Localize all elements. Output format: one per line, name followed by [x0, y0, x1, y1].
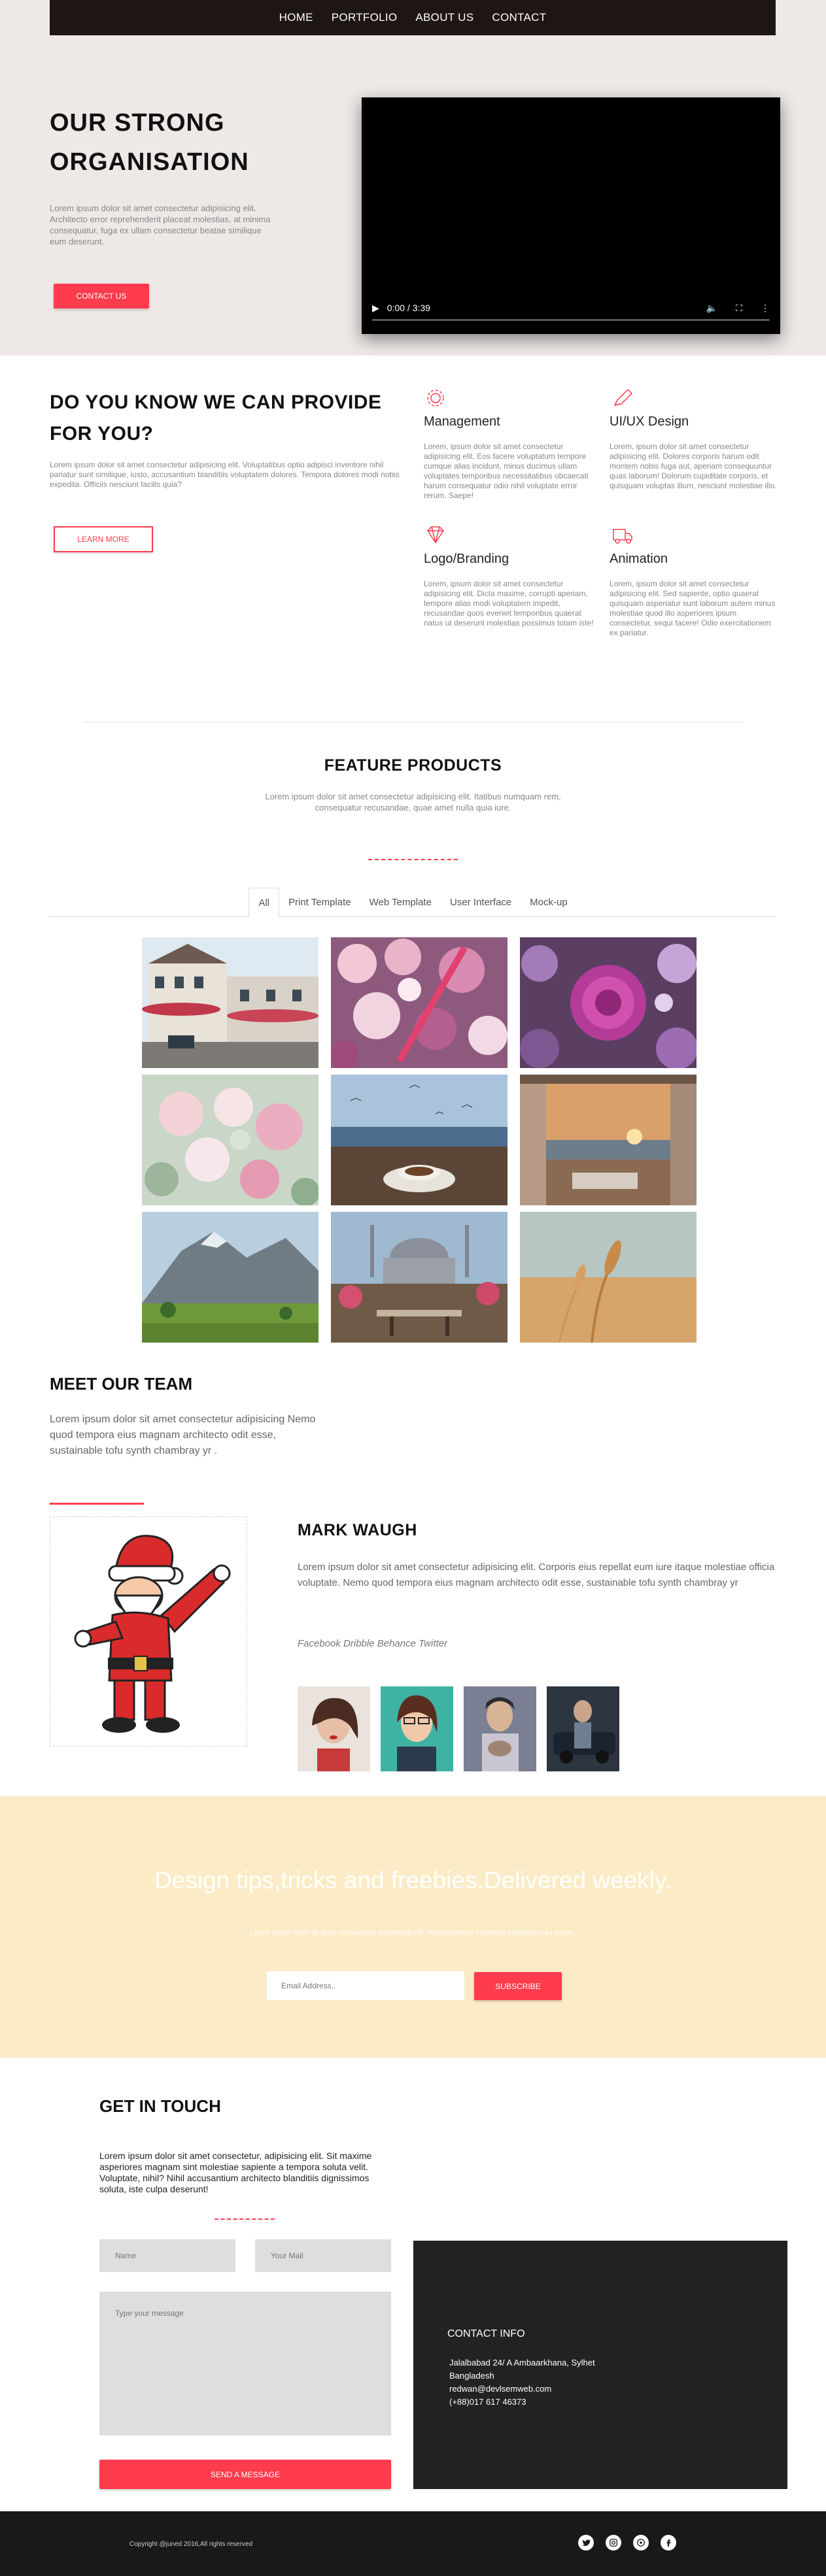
- santa-illustration: [74, 1535, 231, 1733]
- contact-info-title: CONTACT INFO: [447, 2328, 525, 2339]
- send-message-button[interactable]: SEND A MESSAGE: [99, 2460, 391, 2489]
- contact-text: Lorem ipsum dolor sit amet consectetur, …: [99, 2150, 372, 2194]
- service-title-animation: Animation: [610, 552, 668, 566]
- feature-subtitle: Lorem ipsum dolor sit amet consectetur a…: [265, 792, 561, 812]
- gallery-image[interactable]: [331, 1212, 508, 1343]
- tab-print-template[interactable]: Print Template: [279, 888, 360, 917]
- nav-contact[interactable]: CONTACT: [492, 11, 546, 24]
- facebook-icon[interactable]: [661, 2535, 676, 2551]
- provide-title: DO YOU KNOW WE CAN PROVIDE FOR YOU?: [50, 392, 382, 444]
- gallery-image[interactable]: [520, 937, 697, 1068]
- social-links: [578, 2535, 676, 2551]
- contact-info-lines: Jalalbabad 24/ A Ambaarkhana, Sylhet Ban…: [449, 2356, 595, 2409]
- service-text-animation: Lorem, ipsum dolor sit amet consectetur …: [610, 579, 776, 637]
- subscribe-button[interactable]: SUBSCRIBE: [474, 1972, 562, 2000]
- video-progress-bar[interactable]: [372, 319, 770, 321]
- more-options-icon[interactable]: ⋮: [761, 303, 770, 314]
- contact-info-panel: CONTACT INFO Jalalbabad 24/ A Ambaarkhan…: [413, 2241, 787, 2489]
- member-social-links[interactable]: Facebook Dribble Behance Twitter: [298, 1638, 447, 1649]
- nav-home[interactable]: HOME: [279, 11, 313, 24]
- newsletter-section: [0, 1796, 826, 2058]
- top-nav: HOME PORTFOLIO ABOUT US CONTACT: [50, 0, 776, 35]
- newsletter-subtitle: Lorem ipsum dolor sit amet consectetur a…: [250, 1929, 576, 1937]
- team-red-divider: [50, 1503, 144, 1505]
- tab-mock-up[interactable]: Mock-up: [521, 888, 577, 917]
- service-title-uiux: UI/UX Design: [610, 414, 689, 429]
- contact-title: GET IN TOUCH: [99, 2096, 221, 2116]
- contact-dashed-divider: [215, 2218, 275, 2220]
- fullscreen-icon[interactable]: ⛶: [736, 303, 742, 314]
- video-controls: ▶ 0:00 / 3:39 🔈 ⛶ ⋮: [372, 301, 770, 314]
- truck-icon: [613, 529, 632, 544]
- product-gallery: [142, 937, 697, 1343]
- gallery-image[interactable]: [142, 1075, 318, 1205]
- team-member-thumbnail[interactable]: [298, 1686, 370, 1771]
- tab-web-template[interactable]: Web Template: [360, 888, 441, 917]
- gallery-image[interactable]: [331, 1075, 508, 1205]
- tab-all[interactable]: All: [249, 888, 279, 918]
- contact-phone: (+88)017 617 46373: [449, 2397, 526, 2407]
- copyright-text: Copyright @juned 2016,All rights reserve…: [129, 2541, 253, 2548]
- contact-country: Bangladesh: [449, 2371, 494, 2381]
- member-name: MARK WAUGH: [298, 1521, 417, 1539]
- gallery-image[interactable]: [331, 937, 508, 1068]
- service-title-management: Management: [424, 414, 500, 429]
- team-title: MEET OUR TEAM: [50, 1374, 193, 1394]
- email-input[interactable]: [267, 1971, 464, 2000]
- member-bio: Lorem ipsum dolor sit amet consectetur a…: [298, 1562, 775, 1588]
- dribbble-icon[interactable]: [633, 2535, 649, 2551]
- filter-tabs: All Print Template Web Template User Int…: [50, 888, 776, 918]
- service-title-logo-branding: Logo/Branding: [424, 552, 509, 566]
- feature-dashed-divider: [368, 859, 458, 860]
- pencil-icon: [613, 388, 633, 407]
- diamond-icon: [427, 526, 444, 544]
- contact-email: redwan@devlsemweb.com: [449, 2384, 552, 2394]
- tab-user-interface[interactable]: User Interface: [441, 888, 521, 917]
- hero-title: OUR STRONG ORGANISATION: [50, 109, 249, 176]
- feature-title: FEATURE PRODUCTS: [324, 756, 502, 775]
- play-icon[interactable]: ▶: [372, 303, 379, 314]
- mail-field[interactable]: [255, 2239, 391, 2272]
- name-field[interactable]: [99, 2239, 235, 2272]
- nav-about-us[interactable]: ABOUT US: [415, 11, 473, 24]
- nav-portfolio[interactable]: PORTFOLIO: [332, 11, 398, 24]
- service-text-management: Lorem, ipsum dolor sit amet consectetur …: [424, 442, 589, 500]
- gallery-image[interactable]: [142, 937, 318, 1068]
- video-time: 0:00 / 3:39: [387, 303, 430, 313]
- message-field[interactable]: [99, 2292, 391, 2435]
- contact-address: Jalalbabad 24/ A Ambaarkhana, Sylhet: [449, 2358, 595, 2367]
- gear-icon: [427, 390, 444, 407]
- newsletter-title: Design tips,tricks and freebies.Delivere…: [154, 1867, 672, 1894]
- member-photo: [50, 1516, 247, 1747]
- footer: Copyright @juned 2016,All rights reserve…: [0, 2511, 826, 2576]
- twitter-icon[interactable]: [578, 2535, 594, 2551]
- instagram-icon[interactable]: [606, 2535, 621, 2551]
- volume-icon[interactable]: 🔈: [706, 303, 717, 314]
- hero-text: Lorem ipsum dolor sit amet consectetur a…: [50, 203, 271, 246]
- learn-more-button[interactable]: LEARN MORE: [54, 526, 153, 552]
- team-member-thumbnail[interactable]: [547, 1686, 619, 1771]
- gallery-image[interactable]: [520, 1075, 697, 1205]
- team-member-thumbnail[interactable]: [381, 1686, 453, 1771]
- team-text: Lorem ipsum dolor sit amet consectetur a…: [50, 1414, 316, 1456]
- team-thumbnails: [298, 1686, 619, 1771]
- video-player[interactable]: ▶ 0:00 / 3:39 🔈 ⛶ ⋮: [362, 97, 780, 334]
- provide-text: Lorem ipsum dolor sit amet consectetur a…: [50, 460, 400, 489]
- gallery-image[interactable]: [142, 1212, 318, 1343]
- team-member-thumbnail[interactable]: [464, 1686, 536, 1771]
- gallery-image[interactable]: [520, 1212, 697, 1343]
- contact-us-button[interactable]: CONTACT US: [54, 284, 149, 309]
- service-text-logo-branding: Lorem, ipsum dolor sit amet consectetur …: [424, 579, 594, 627]
- service-text-uiux: Lorem, ipsum dolor sit amet consectetur …: [610, 442, 777, 490]
